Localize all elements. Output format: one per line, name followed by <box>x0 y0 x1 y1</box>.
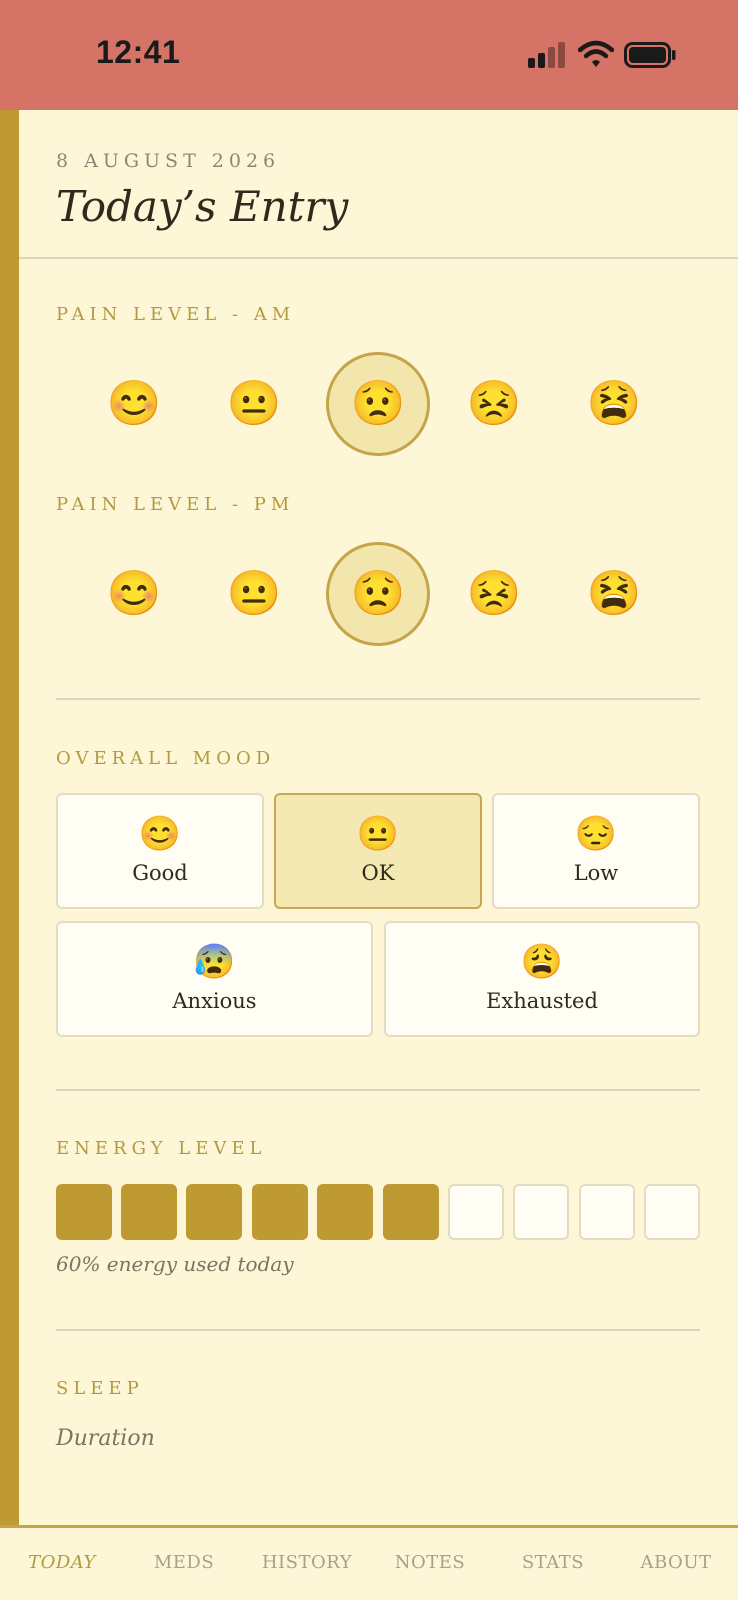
section-divider <box>56 1329 700 1331</box>
entry-header: 8 AUGUST 2026 Today’s Entry <box>56 150 348 231</box>
tab-history[interactable]: HISTORY <box>262 1552 352 1573</box>
energy-label: ENERGY LEVEL <box>56 1138 267 1159</box>
pain-pm-option-1[interactable]: 😊 <box>82 542 186 646</box>
smiling-face-icon: 😊 <box>138 814 182 854</box>
energy-cell[interactable] <box>513 1184 569 1240</box>
pain-am-label: PAIN LEVEL - AM <box>56 304 296 325</box>
mood-option-label: Low <box>573 861 619 885</box>
pain-am-option-4[interactable]: 😣 <box>442 352 546 456</box>
energy-caption: 60% energy used today <box>56 1252 294 1276</box>
tab-meds[interactable]: MEDS <box>154 1552 214 1573</box>
tab-notes[interactable]: NOTES <box>395 1552 465 1573</box>
pain-pm-option-2[interactable]: 😐 <box>202 542 306 646</box>
pain-pm-option-5[interactable]: 😫 <box>562 542 666 646</box>
wifi-icon <box>578 40 614 67</box>
status-bar: 12:41 <box>0 0 738 110</box>
pain-am-option-5[interactable]: 😫 <box>562 352 666 456</box>
section-divider <box>56 1089 700 1091</box>
accent-stripe <box>0 110 19 1526</box>
energy-cell[interactable] <box>317 1184 373 1240</box>
mood-option-low[interactable]: 😔 Low <box>492 793 700 909</box>
mood-option-exhausted[interactable]: 😩 Exhausted <box>384 921 700 1037</box>
section-divider <box>56 698 700 700</box>
pain-pm-option-4[interactable]: 😣 <box>442 542 546 646</box>
pain-pm-selector: 😊 😐 😟 😣 😫 <box>56 542 700 646</box>
energy-cell[interactable] <box>121 1184 177 1240</box>
page-title: Today’s Entry <box>56 182 349 231</box>
pain-pm-label: PAIN LEVEL - PM <box>56 494 295 515</box>
pain-am-option-3[interactable]: 😟 <box>326 352 430 456</box>
sleep-label: SLEEP <box>56 1378 144 1399</box>
battery-icon <box>624 42 676 68</box>
pain-am-option-2[interactable]: 😐 <box>202 352 306 456</box>
weary-face-icon: 😩 <box>520 942 564 982</box>
pain-am-selector: 😊 😐 😟 😣 😫 <box>56 352 700 456</box>
pensive-face-icon: 😔 <box>574 814 618 854</box>
status-time: 12:41 <box>96 34 181 70</box>
tab-about[interactable]: ABOUT <box>641 1552 712 1573</box>
sleep-duration-label: Duration <box>56 1426 155 1451</box>
pain-pm-option-3[interactable]: 😟 <box>326 542 430 646</box>
mood-option-label: Anxious <box>172 989 257 1013</box>
neutral-face-icon: 😐 <box>356 814 400 854</box>
signal-icon <box>528 42 565 68</box>
anxious-face-icon: 😰 <box>193 942 236 982</box>
mood-option-anxious[interactable]: 😰 Anxious <box>56 921 373 1037</box>
energy-cell[interactable] <box>579 1184 635 1240</box>
energy-cell[interactable] <box>448 1184 504 1240</box>
mood-option-good[interactable]: 😊 Good <box>56 793 264 909</box>
energy-cell[interactable] <box>252 1184 308 1240</box>
header-divider <box>19 257 738 259</box>
mood-option-label: Good <box>132 861 188 885</box>
energy-cell[interactable] <box>644 1184 700 1240</box>
tab-stats[interactable]: STATS <box>522 1552 584 1573</box>
pain-am-option-1[interactable]: 😊 <box>82 352 186 456</box>
tab-bar: TODAY MEDS HISTORY NOTES STATS ABOUT <box>0 1525 738 1600</box>
energy-cell[interactable] <box>56 1184 112 1240</box>
mood-option-label: OK <box>361 861 395 885</box>
energy-cell[interactable] <box>383 1184 439 1240</box>
entry-date: 8 AUGUST 2026 <box>56 150 281 172</box>
mood-option-label: Exhausted <box>486 989 598 1013</box>
mood-option-ok[interactable]: 😐 OK <box>274 793 482 909</box>
mood-label: OVERALL MOOD <box>56 748 276 769</box>
energy-cell[interactable] <box>186 1184 242 1240</box>
tab-today[interactable]: TODAY <box>28 1552 96 1573</box>
